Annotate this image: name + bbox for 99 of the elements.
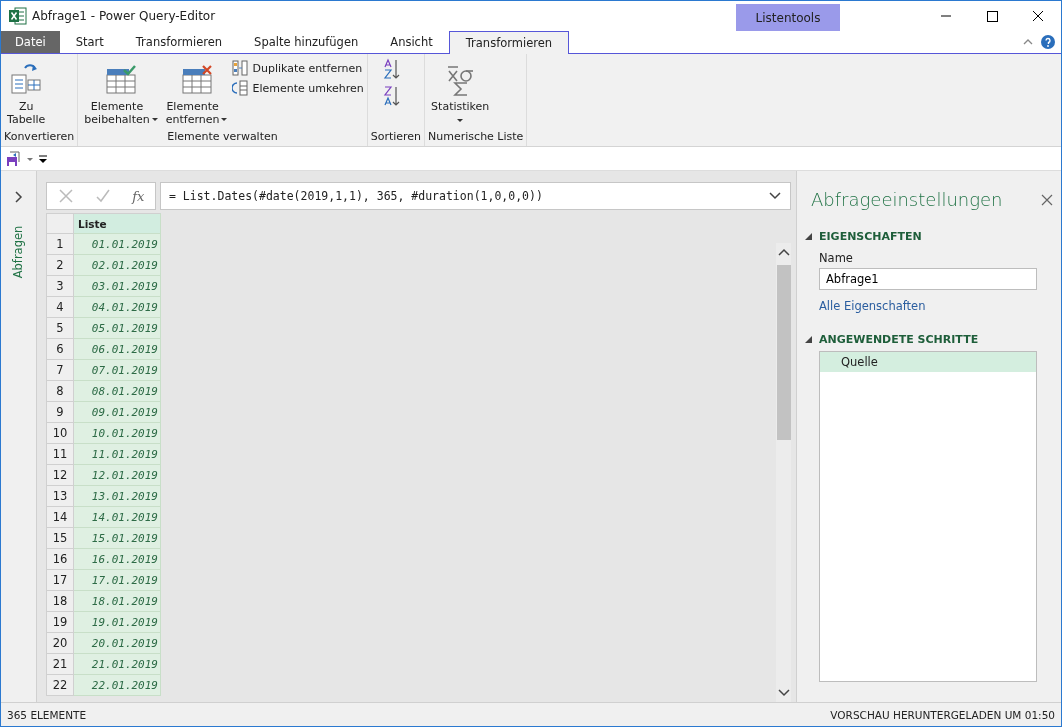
table-cell: 12.01.2019 <box>74 465 161 486</box>
ribbon-tab[interactable]: Transformieren <box>448 31 570 54</box>
table-cell: 07.01.2019 <box>74 360 161 381</box>
row-number: 14 <box>46 507 74 528</box>
table-cell: 03.01.2019 <box>74 276 161 297</box>
table-cell: 15.01.2019 <box>74 528 161 549</box>
status-text: 365 ELEMENTE <box>7 708 87 721</box>
ribbon-tab[interactable]: Start <box>59 31 120 53</box>
row-number: 19 <box>46 612 74 633</box>
table-cell: 18.01.2019 <box>74 591 161 612</box>
row-number: 4 <box>46 297 74 318</box>
expand-icon[interactable] <box>13 191 24 203</box>
table-check-icon <box>105 65 137 95</box>
step-item[interactable]: Quelle <box>820 352 1036 372</box>
collapse-triangle-icon[interactable] <box>805 233 812 240</box>
close-icon[interactable] <box>1041 193 1053 206</box>
table-cell: 01.01.2019 <box>74 234 161 255</box>
group-label: Konvertieren <box>4 130 75 145</box>
name-field[interactable]: Abfrage1 <box>819 268 1037 290</box>
table-cell: 11.01.2019 <box>74 444 161 465</box>
table-cell: 10.01.2019 <box>74 423 161 444</box>
row-number: 17 <box>46 570 74 591</box>
table-cell: 05.01.2019 <box>74 318 161 339</box>
function-button[interactable]: fx <box>132 188 145 204</box>
table-cell: 19.01.2019 <box>74 612 161 633</box>
excel-icon <box>9 7 27 25</box>
table-cell: 09.01.2019 <box>74 402 161 423</box>
formula-field[interactable]: = List.Dates(#date(2019,1,1), 365, #duration(1,0,0,0)) <box>160 182 791 210</box>
help-icon[interactable] <box>1041 35 1055 49</box>
row-number: 22 <box>46 675 74 696</box>
group-label: Sortieren <box>370 130 422 145</box>
ribbon-button[interactable]: Elemente beibehalten <box>84 100 150 126</box>
statistics-icon <box>445 64 476 96</box>
group-label: Numerische Liste <box>428 130 524 145</box>
pane-title: Abfrageeinstellungen <box>811 189 1003 210</box>
all-properties-link[interactable]: Alle Eigenschaften <box>819 299 1037 313</box>
table-cell: 21.01.2019 <box>74 654 161 675</box>
table-cell: 17.01.2019 <box>74 570 161 591</box>
row-number: 16 <box>46 549 74 570</box>
column-header[interactable]: Liste <box>74 213 161 234</box>
status-text: VORSCHAU HERUNTERGELADEN UM 01:50 <box>830 708 1055 721</box>
row-number: 5 <box>46 318 74 339</box>
row-number: 12 <box>46 465 74 486</box>
collapse-triangle-icon[interactable] <box>805 336 812 343</box>
row-number: 7 <box>46 360 74 381</box>
corner-cell <box>46 213 74 234</box>
row-number: 6 <box>46 339 74 360</box>
table-convert-icon <box>9 64 44 96</box>
window-title: Abfrage1 - Power Query-Editor <box>32 9 216 23</box>
field-label: Name <box>819 251 854 265</box>
expand-formula-icon[interactable] <box>768 191 782 201</box>
table-cell: 08.01.2019 <box>74 381 161 402</box>
caret-icon[interactable] <box>151 118 158 121</box>
row-number: 11 <box>46 444 74 465</box>
group-label: Elemente verwalten <box>166 130 279 145</box>
table-cell: 02.01.2019 <box>74 255 161 276</box>
ribbon-button[interactable]: Statistiken <box>431 100 490 113</box>
row-number: 9 <box>46 402 74 423</box>
row-number: 21 <box>46 654 74 675</box>
save-icon[interactable] <box>6 150 22 167</box>
row-number: 13 <box>46 486 74 507</box>
file-tab[interactable]: Datei <box>1 31 60 53</box>
table-cell: 16.01.2019 <box>74 549 161 570</box>
ribbon-tab[interactable]: Transformieren <box>119 31 239 53</box>
row-number: 1 <box>46 234 74 255</box>
context-tab-group-label: Listentools <box>736 4 840 31</box>
queries-pane-label[interactable]: Abfragen <box>11 225 26 279</box>
sort-ascending-icon[interactable] <box>382 58 401 80</box>
row-number: 8 <box>46 381 74 402</box>
scroll-thumb[interactable] <box>776 265 791 440</box>
reverse-icon <box>232 80 249 96</box>
row-number: 3 <box>46 276 74 297</box>
ribbon-button[interactable]: Elemente umkehren <box>232 80 364 96</box>
ribbon-tab[interactable]: Spalte hinzufügen <box>238 31 375 53</box>
duplicates-icon <box>232 60 249 76</box>
table-cell: 04.01.2019 <box>74 297 161 318</box>
table-cell: 14.01.2019 <box>74 507 161 528</box>
section-heading[interactable]: ANGEWENDETE SCHRITTE <box>819 333 979 346</box>
scrollbar[interactable] <box>776 243 791 702</box>
row-number: 18 <box>46 591 74 612</box>
scroll-down-icon[interactable] <box>777 688 790 698</box>
ribbon-button[interactable]: Zu Tabelle <box>7 100 46 126</box>
row-number: 2 <box>46 255 74 276</box>
row-number: 20 <box>46 633 74 654</box>
table-cell: 22.01.2019 <box>74 675 161 696</box>
section-heading[interactable]: EIGENSCHAFTEN <box>819 230 922 243</box>
scroll-up-icon[interactable] <box>777 247 790 257</box>
sort-descending-icon[interactable] <box>382 85 401 107</box>
caret-icon[interactable] <box>457 119 464 122</box>
ribbon-button[interactable]: Elemente entfernen <box>165 100 220 126</box>
table-cross-icon <box>180 65 213 95</box>
table-cell: 13.01.2019 <box>74 486 161 507</box>
ribbon-button[interactable]: Duplikate entfernen <box>232 60 364 76</box>
caret-icon[interactable] <box>221 118 228 121</box>
row-number: 15 <box>46 528 74 549</box>
table-cell: 20.01.2019 <box>74 633 161 654</box>
ribbon-tab[interactable]: Ansicht <box>374 31 449 53</box>
row-number: 10 <box>46 423 74 444</box>
table-cell: 06.01.2019 <box>74 339 161 360</box>
